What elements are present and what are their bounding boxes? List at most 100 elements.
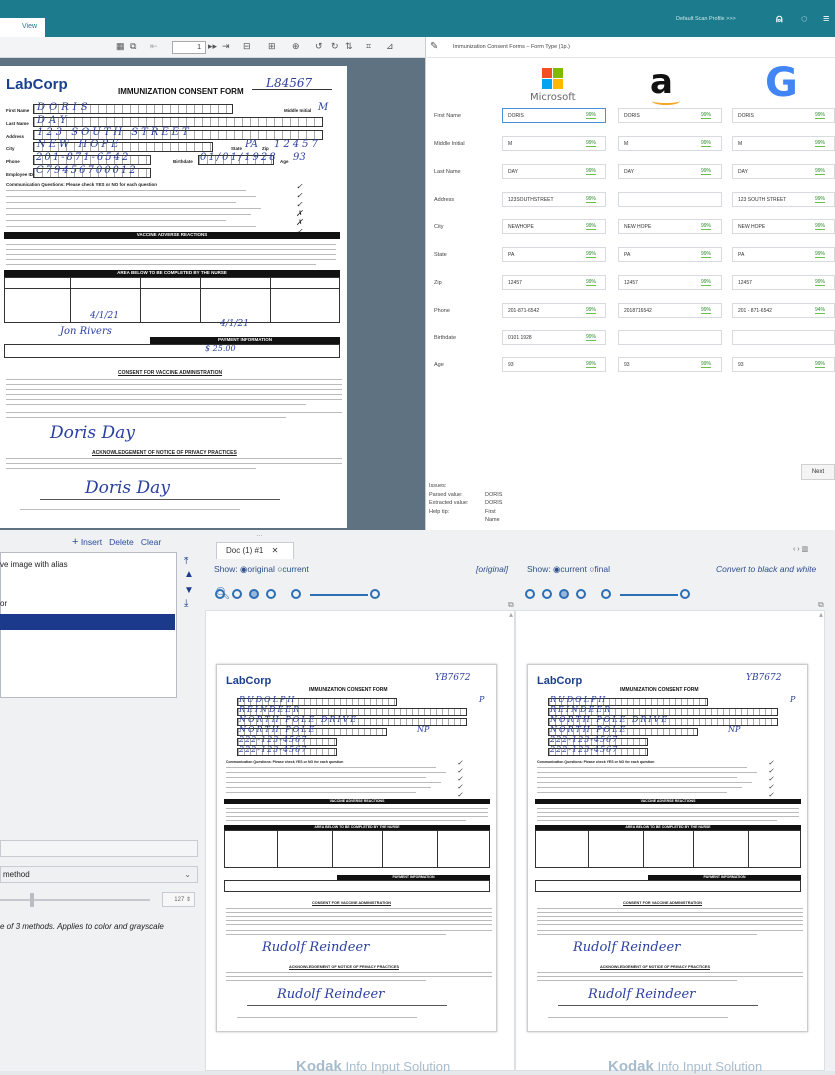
flip-icon[interactable]: ⇅ — [345, 41, 353, 52]
parsed-label: Parsed value: — [429, 491, 463, 498]
zoom-in-icon[interactable] — [680, 589, 690, 599]
alias-field[interactable] — [0, 840, 198, 857]
zoom-icon[interactable] — [542, 589, 552, 599]
list-item-selected[interactable] — [0, 614, 175, 629]
zoom-icon[interactable] — [576, 589, 586, 599]
menu-icon[interactable]: ≡ — [823, 13, 829, 25]
last-page-icon[interactable]: ⇥ — [222, 41, 230, 52]
zoom-icon[interactable] — [215, 589, 225, 599]
zoom-icon[interactable] — [232, 589, 242, 599]
fit-width-icon[interactable]: ⊞ — [268, 41, 276, 52]
field-value-input[interactable] — [732, 330, 835, 345]
amazon-smile-icon — [652, 97, 680, 105]
move-down-icon[interactable]: ▼ — [184, 585, 194, 596]
show-current-group: Show: ◉current ○final — [527, 564, 610, 575]
payment-table — [4, 344, 340, 358]
confidence-badge: 99% — [701, 112, 712, 119]
next-button[interactable]: Next — [801, 464, 835, 480]
user-icon[interactable]: ⍝ — [776, 13, 783, 26]
vaccine-reactions-bar: VACCINE ADVERSE REACTIONS — [535, 799, 801, 804]
scroll-up-icon[interactable]: ▴ — [509, 610, 513, 619]
threshold-slider[interactable] — [0, 899, 150, 901]
extracted-label: Extracted value: — [429, 500, 469, 506]
label-middle-initial: Middle Initial — [284, 108, 312, 113]
close-icon[interactable]: ✕ — [272, 546, 279, 555]
privacy-signature: Rudolf Reindeer — [588, 987, 696, 1002]
label-city: City — [6, 146, 15, 151]
label-birthdate: Birthdate — [173, 159, 193, 164]
label-phone: Phone — [6, 159, 20, 164]
next-page-icon[interactable]: ▸▸ — [208, 41, 217, 52]
confidence-badge: 99% — [701, 361, 712, 368]
scan-profile-link[interactable]: Default Scan Profile >>> — [676, 16, 736, 22]
first-page-icon[interactable]: ⇤ — [150, 41, 158, 52]
zoom-icon[interactable] — [266, 589, 276, 599]
kodak-text: Info Input Solution — [345, 1059, 451, 1074]
labcorp-logo: LabCorp — [6, 76, 68, 93]
hand-age: 93 — [293, 152, 306, 163]
convert-bw-link[interactable]: Convert to black and white — [716, 564, 816, 574]
list-actions: + Insert Delete Clear — [72, 536, 161, 548]
zoom-in-icon[interactable] — [370, 589, 380, 599]
field-value-input[interactable] — [618, 330, 722, 345]
privacy-heading: ACKNOWLEDGEMENT OF NOTICE OF PRIVACY PRA… — [600, 965, 710, 969]
move-up-icon[interactable]: ▲ — [184, 569, 194, 580]
tab-navigation[interactable]: ‹ › ▥ — [793, 545, 808, 553]
zoom-icon[interactable] — [525, 589, 535, 599]
zoom-icon[interactable] — [601, 589, 611, 599]
deskew-icon[interactable]: ⊿ — [386, 41, 394, 52]
method-select[interactable]: method ⌄ — [0, 866, 198, 883]
insert-button[interactable]: Insert — [81, 537, 102, 547]
crop-icon[interactable]: ⌗ — [366, 41, 371, 52]
tab-view-label: View — [22, 23, 38, 30]
confidence-badge: 99% — [586, 361, 597, 368]
hand-first-name: RUDOLPH — [550, 695, 608, 704]
copy-icon[interactable]: ⧉ — [508, 600, 514, 610]
confidence-badge: 99% — [586, 112, 597, 119]
tab-view[interactable]: View — [0, 18, 45, 37]
scan-toolbar: ▦ ⧉ ⇤ ▸▸ ⇥ ⊟ ⊞ ⊕ ↺ ↻ ⇅ ⌗ ⊿ — [0, 37, 425, 58]
copy-icon[interactable]: ⧉ — [818, 600, 824, 610]
move-bottom-icon[interactable]: ⤓ — [184, 598, 188, 609]
zoom-icon[interactable] — [291, 589, 301, 599]
field-value-input[interactable] — [618, 192, 722, 207]
confidence-badge: 99% — [701, 307, 712, 314]
zoom-slider[interactable] — [620, 594, 678, 596]
delete-button[interactable]: Delete — [109, 537, 134, 547]
zoom-icon[interactable]: ⊕ — [292, 41, 300, 52]
scroll-up-icon[interactable]: ▴ — [819, 610, 823, 619]
privacy-signature: Rudolf Reindeer — [277, 987, 385, 1002]
doc-tab[interactable]: Doc (1) #1 ✕ — [216, 542, 294, 559]
confidence-badge: 99% — [815, 361, 826, 368]
confidence-badge: 99% — [701, 168, 712, 175]
confidence-badge: 99% — [586, 168, 597, 175]
plus-icon[interactable]: + — [72, 536, 78, 548]
fit-icon[interactable]: ⊟ — [243, 41, 251, 52]
confidence-badge: 99% — [701, 223, 712, 230]
slider-handle[interactable] — [30, 893, 34, 907]
clear-button[interactable]: Clear — [141, 537, 161, 547]
rotate-right-icon[interactable]: ↻ — [331, 41, 339, 52]
radio-current-label: current — [282, 564, 309, 574]
consent-signature: Rudolf Reindeer — [573, 940, 681, 955]
list-item[interactable]: or — [0, 599, 7, 608]
thumbnail-icon[interactable]: ▦ — [116, 41, 125, 52]
hand-address: NORTH POLE DRIVE — [239, 715, 359, 724]
hand-phone: 222-123-4567 — [550, 735, 619, 744]
rotate-left-icon[interactable]: ↺ — [315, 41, 323, 52]
zoom-icon[interactable] — [249, 589, 259, 599]
form-number: YB7672 — [746, 673, 782, 683]
zoom-icon[interactable] — [559, 589, 569, 599]
copy-icon[interactable]: ⧉ — [130, 41, 136, 52]
confidence-badge: 99% — [815, 279, 826, 286]
current-page: LabCorp IMMUNIZATION CONSENT FORM YB7672… — [527, 664, 808, 1032]
kodak-text: Info Input Solution — [657, 1059, 763, 1074]
hand-state: NP — [417, 725, 430, 734]
move-top-icon[interactable]: ⤒ — [184, 556, 188, 567]
page-number-input[interactable]: 1 — [172, 41, 206, 54]
settings-icon[interactable]: ◌ — [801, 13, 808, 25]
field-label: State — [434, 252, 447, 258]
threshold-spinner[interactable]: 127 ⇕ — [162, 892, 195, 907]
list-item[interactable]: ve image with alias — [0, 560, 68, 569]
zoom-slider[interactable] — [310, 594, 368, 596]
